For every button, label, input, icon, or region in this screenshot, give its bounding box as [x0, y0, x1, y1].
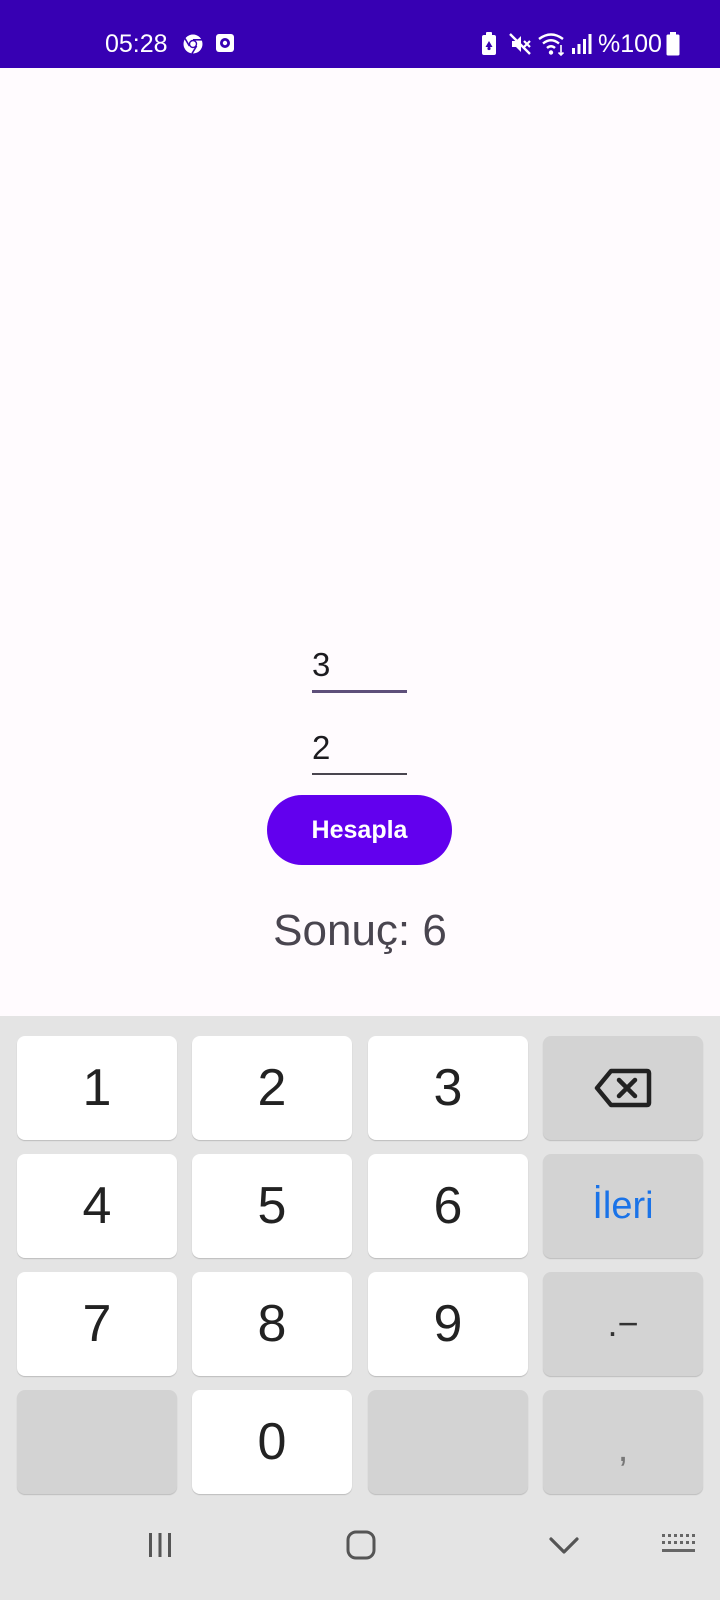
home-icon[interactable]: [345, 1529, 377, 1561]
key-2[interactable]: 2: [192, 1036, 352, 1140]
calculate-button[interactable]: Hesapla: [267, 795, 452, 865]
key-9[interactable]: 9: [368, 1272, 528, 1376]
battery-saver-icon: [482, 32, 496, 55]
app-content: Hesapla Sonuç: 6: [0, 68, 720, 1016]
key-comma[interactable]: ,: [543, 1390, 703, 1494]
key-6[interactable]: 6: [368, 1154, 528, 1258]
key-next[interactable]: İleri: [543, 1154, 703, 1258]
signal-icon: [572, 34, 592, 54]
navigation-bar: [0, 1508, 720, 1600]
keyboard-switch-icon[interactable]: [660, 1532, 696, 1558]
key-dot-minus[interactable]: .−: [543, 1272, 703, 1376]
status-time: 05:28: [105, 30, 168, 58]
status-bar: 05:28 %100: [0, 0, 720, 68]
battery-icon: [666, 32, 680, 56]
key-blank-right: [368, 1390, 528, 1494]
first-number-input[interactable]: [312, 640, 408, 690]
notification-app-icon: [216, 34, 234, 52]
key-8[interactable]: 8: [192, 1272, 352, 1376]
second-number-input[interactable]: [312, 723, 408, 773]
key-3[interactable]: 3: [368, 1036, 528, 1140]
key-4[interactable]: 4: [17, 1154, 177, 1258]
second-number-underline: [312, 773, 407, 775]
backspace-icon: [594, 1068, 652, 1108]
battery-percentage: %100: [598, 30, 662, 58]
first-number-underline: [312, 690, 407, 693]
key-1[interactable]: 1: [17, 1036, 177, 1140]
key-blank-left: [17, 1390, 177, 1494]
key-7[interactable]: 7: [17, 1272, 177, 1376]
result-text: Sonuç: 6: [273, 906, 447, 955]
mute-icon: [509, 33, 531, 55]
chrome-icon: [183, 34, 203, 54]
wifi-icon: [538, 33, 565, 57]
key-backspace[interactable]: [543, 1036, 703, 1140]
key-5[interactable]: 5: [192, 1154, 352, 1258]
key-0[interactable]: 0: [192, 1390, 352, 1494]
recent-apps-icon[interactable]: [146, 1531, 174, 1559]
back-icon[interactable]: [548, 1535, 580, 1557]
